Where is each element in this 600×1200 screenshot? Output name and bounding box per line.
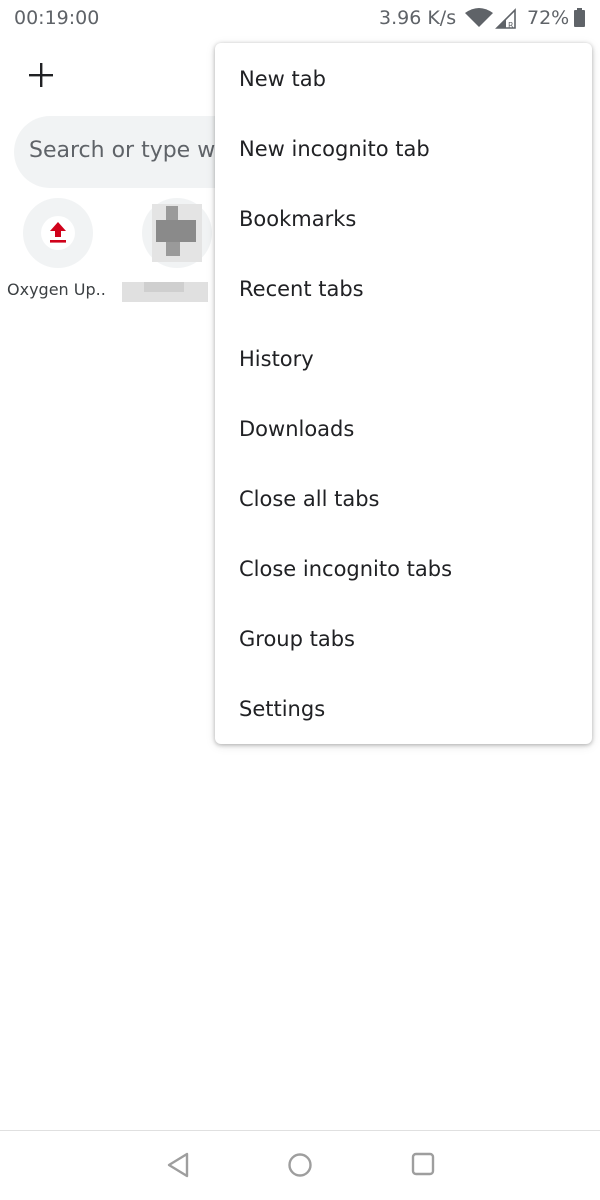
menu-item-downloads[interactable]: Downloads	[215, 394, 592, 464]
menu-item-bookmarks[interactable]: Bookmarks	[215, 184, 592, 254]
network-speed: 3.96 K/s	[379, 7, 457, 29]
menu-item-close-incognito-tabs[interactable]: Close incognito tabs	[215, 534, 592, 604]
menu-item-recent-tabs[interactable]: Recent tabs	[215, 254, 592, 324]
shortcut-label: Oxygen Up..	[7, 280, 106, 299]
shortcut-tile-blurred[interactable]	[120, 198, 230, 308]
status-bar: 00:19:00 3.96 K/s R 72%	[0, 0, 600, 36]
pixel-block	[156, 220, 196, 242]
battery-percent: 72%	[527, 7, 570, 29]
pixel-block	[166, 242, 180, 256]
battery-icon	[574, 8, 585, 27]
menu-item-new-tab[interactable]: New tab	[215, 44, 592, 114]
nav-bar-divider	[0, 1130, 600, 1131]
search-placeholder: Search or type we	[29, 138, 229, 163]
pixel-light-block	[144, 282, 184, 292]
svg-text:R: R	[508, 21, 514, 29]
shortcut-icon-circle	[23, 198, 93, 268]
wifi-icon	[465, 8, 493, 27]
plus-icon[interactable]	[26, 60, 56, 90]
recents-icon[interactable]	[411, 1152, 435, 1176]
pixel-block	[166, 206, 178, 220]
menu-item-close-all-tabs[interactable]: Close all tabs	[215, 464, 592, 534]
shortcut-tile-oxygen-updater[interactable]: Oxygen Up..	[0, 198, 110, 308]
upload-icon	[50, 222, 66, 243]
menu-item-history[interactable]: History	[215, 324, 592, 394]
browser-screen: 00:19:00 3.96 K/s R 72% Search or type w…	[0, 0, 600, 1200]
home-icon[interactable]	[287, 1152, 313, 1178]
menu-list: New tab New incognito tab Bookmarks Rece…	[215, 43, 592, 744]
menu-item-new-incognito-tab[interactable]: New incognito tab	[215, 114, 592, 184]
menu-item-settings[interactable]: Settings	[215, 674, 592, 744]
blurred-favicon	[142, 198, 212, 268]
overflow-menu: New tab New incognito tab Bookmarks Rece…	[215, 43, 592, 744]
menu-item-group-tabs[interactable]: Group tabs	[215, 604, 592, 674]
back-icon[interactable]	[166, 1152, 190, 1178]
status-time: 00:19:00	[14, 7, 100, 29]
signal-icon: R	[495, 8, 516, 29]
